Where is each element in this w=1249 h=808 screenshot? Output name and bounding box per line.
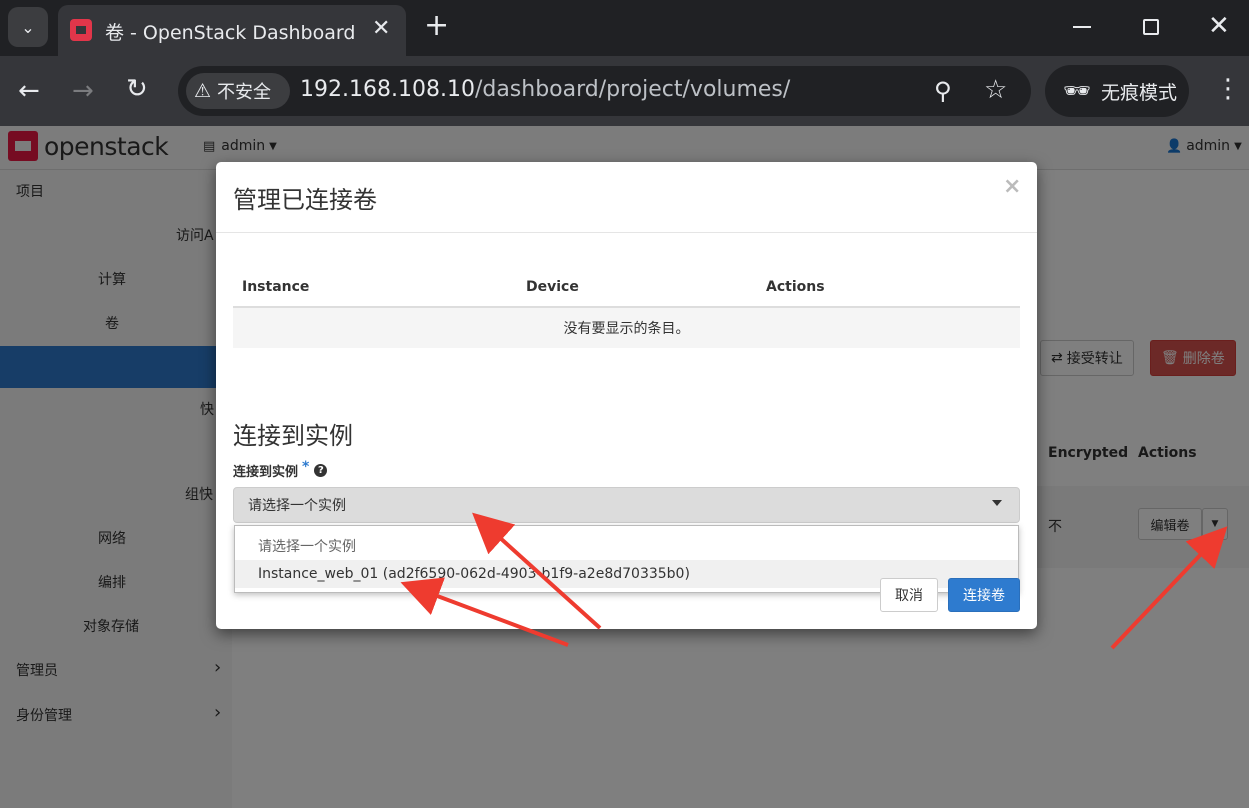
modal-title: 管理已连接卷 [233, 186, 377, 214]
browser-toolbar: ← → ↻ ⚠ 不安全 192.168.108.10/dashboard/pro… [0, 56, 1249, 126]
url-path: /dashboard/project/volumes/ [474, 77, 791, 102]
instance-field-label: 连接到实例 * ? [233, 458, 328, 480]
url-host: 192.168.108.10 [300, 77, 475, 102]
address-bar[interactable]: ⚠ 不安全 192.168.108.10/dashboard/project/v… [178, 66, 1031, 116]
security-label: 不安全 [217, 82, 272, 103]
table-empty-row: 没有要显示的条目。 [233, 308, 1020, 348]
reload-icon[interactable]: ↻ [126, 74, 148, 104]
incognito-icon: 🕶 [1063, 78, 1091, 104]
window-maximize-icon[interactable] [1143, 19, 1159, 35]
url-text[interactable]: 192.168.108.10/dashboard/project/volumes… [300, 77, 790, 102]
question-circle-icon[interactable]: ? [314, 464, 328, 477]
attach-volume-button[interactable]: 连接卷 [948, 578, 1020, 612]
dropdown-option-placeholder[interactable]: 请选择一个实例 [235, 532, 1018, 560]
close-tab-icon[interactable]: ✕ [372, 16, 390, 41]
close-icon[interactable]: × [1003, 174, 1021, 199]
more-menu-icon[interactable]: ⋮ [1215, 74, 1241, 104]
security-chip[interactable]: ⚠ 不安全 [186, 73, 290, 109]
cancel-button[interactable]: 取消 [880, 578, 938, 612]
browser-tab-strip: ⌄ 卷 - OpenStack Dashboard ✕ + ✕ [0, 0, 1249, 56]
manage-attachments-modal: 管理已连接卷 × Instance Device Actions 没有要显示的条… [216, 162, 1037, 629]
instance-field-label-text: 连接到实例 [233, 465, 299, 480]
openstack-favicon-icon [70, 19, 92, 41]
instance-select[interactable]: 请选择一个实例 [233, 487, 1020, 523]
tab-search-button[interactable]: ⌄ [8, 7, 48, 47]
forward-arrow-icon[interactable]: → [72, 76, 94, 106]
new-tab-plus-icon[interactable]: + [424, 8, 449, 43]
instance-select-value: 请选择一个实例 [248, 498, 346, 514]
openstack-dashboard: openstack ▤ admin ▼ 👤 admin ▼ 项目 ⌄ 访问A 计… [0, 126, 1249, 808]
tab-title: 卷 - OpenStack Dashboard [105, 22, 356, 44]
window-minimize-icon[interactable] [1073, 26, 1091, 28]
chevron-down-icon: ⌄ [21, 17, 35, 37]
column-header-device[interactable]: Device [526, 279, 579, 295]
incognito-label: 无痕模式 [1100, 81, 1177, 104]
warning-triangle-icon: ⚠ [194, 80, 212, 102]
back-arrow-icon[interactable]: ← [18, 76, 40, 106]
modal-header: 管理已连接卷 × [216, 162, 1037, 233]
attach-section-title: 连接到实例 [233, 422, 353, 450]
column-header-instance[interactable]: Instance [242, 279, 309, 295]
incognito-indicator[interactable]: 🕶 无痕模式 [1045, 65, 1189, 117]
required-asterisk: * [302, 458, 310, 475]
zoom-icon[interactable]: ⚲ [934, 77, 952, 105]
table-header-row: Instance Device Actions [233, 266, 1020, 308]
column-header-actions: Actions [766, 279, 825, 295]
caret-down-icon [992, 500, 1002, 506]
window-close-icon[interactable]: ✕ [1208, 11, 1230, 41]
bookmark-star-icon[interactable]: ☆ [984, 75, 1007, 105]
browser-tab-active[interactable]: 卷 - OpenStack Dashboard ✕ [58, 5, 406, 56]
